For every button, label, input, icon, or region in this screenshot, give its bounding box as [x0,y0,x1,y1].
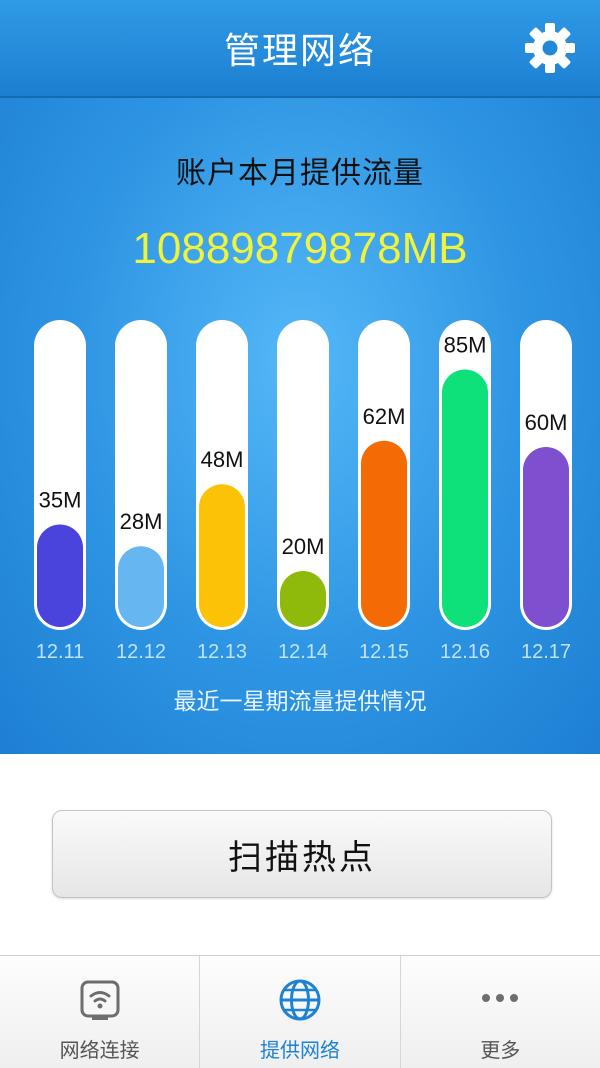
router-icon [80,980,120,1020]
tab-network-connect[interactable]: 网络连接 [0,956,201,1068]
tab-more[interactable]: 更多 [401,956,600,1068]
bar-value-label: 62M [363,404,406,429]
bar [37,524,83,627]
weekly-traffic-chart: 35M 12.11 28M 12.12 48M 12.13 20M 12.14 62M 12.15… [34,320,572,663]
x-tick-label: 12.13 [197,641,247,663]
globe-icon [279,979,321,1021]
tab-provide-network[interactable]: 提供网络 [200,956,401,1068]
bar [118,546,164,627]
bar-value-label: 20M [282,534,325,559]
scan-hotspot-button[interactable]: 扫描热点 [52,810,552,898]
x-tick-label: 12.15 [359,641,409,663]
bar [442,369,488,627]
tab-label: 更多 [480,1038,521,1062]
bar [199,484,245,627]
chart-caption: 最近一星期流量提供情况 [173,689,427,715]
x-tick-label: 12.17 [521,641,571,663]
x-tick-label: 12.11 [36,641,85,663]
x-tick-label: 12.16 [440,641,490,663]
bar-value-label: 35M [39,488,82,513]
gear-icon[interactable] [524,22,576,74]
bottom-tab-bar: 网络连接 提供网络 更多 [0,955,600,1068]
bar [280,571,326,627]
top-bar: 管理网络 [0,0,600,98]
bar [361,440,407,627]
tab-label: 网络连接 [59,1038,140,1062]
bar-value-label: 85M [444,333,487,358]
bar-value-label: 60M [525,410,568,435]
monthly-traffic-heading: 账户本月提供流量 [176,156,424,191]
bar-value-label: 48M [201,447,244,472]
tab-label: 提供网络 [259,1038,340,1062]
monthly-traffic-total: 10889879878MB [132,224,468,273]
x-tick-label: 12.12 [116,641,166,663]
bar-value-label: 28M [120,509,163,534]
more-dots-icon [482,994,519,1002]
traffic-summary-panel: 35M 12.11 28M 12.12 48M 12.13 20M 12.14 62M 12.15… [0,98,600,754]
page-title: 管理网络 [223,31,376,72]
bar [523,447,569,627]
x-tick-label: 12.14 [278,641,328,663]
